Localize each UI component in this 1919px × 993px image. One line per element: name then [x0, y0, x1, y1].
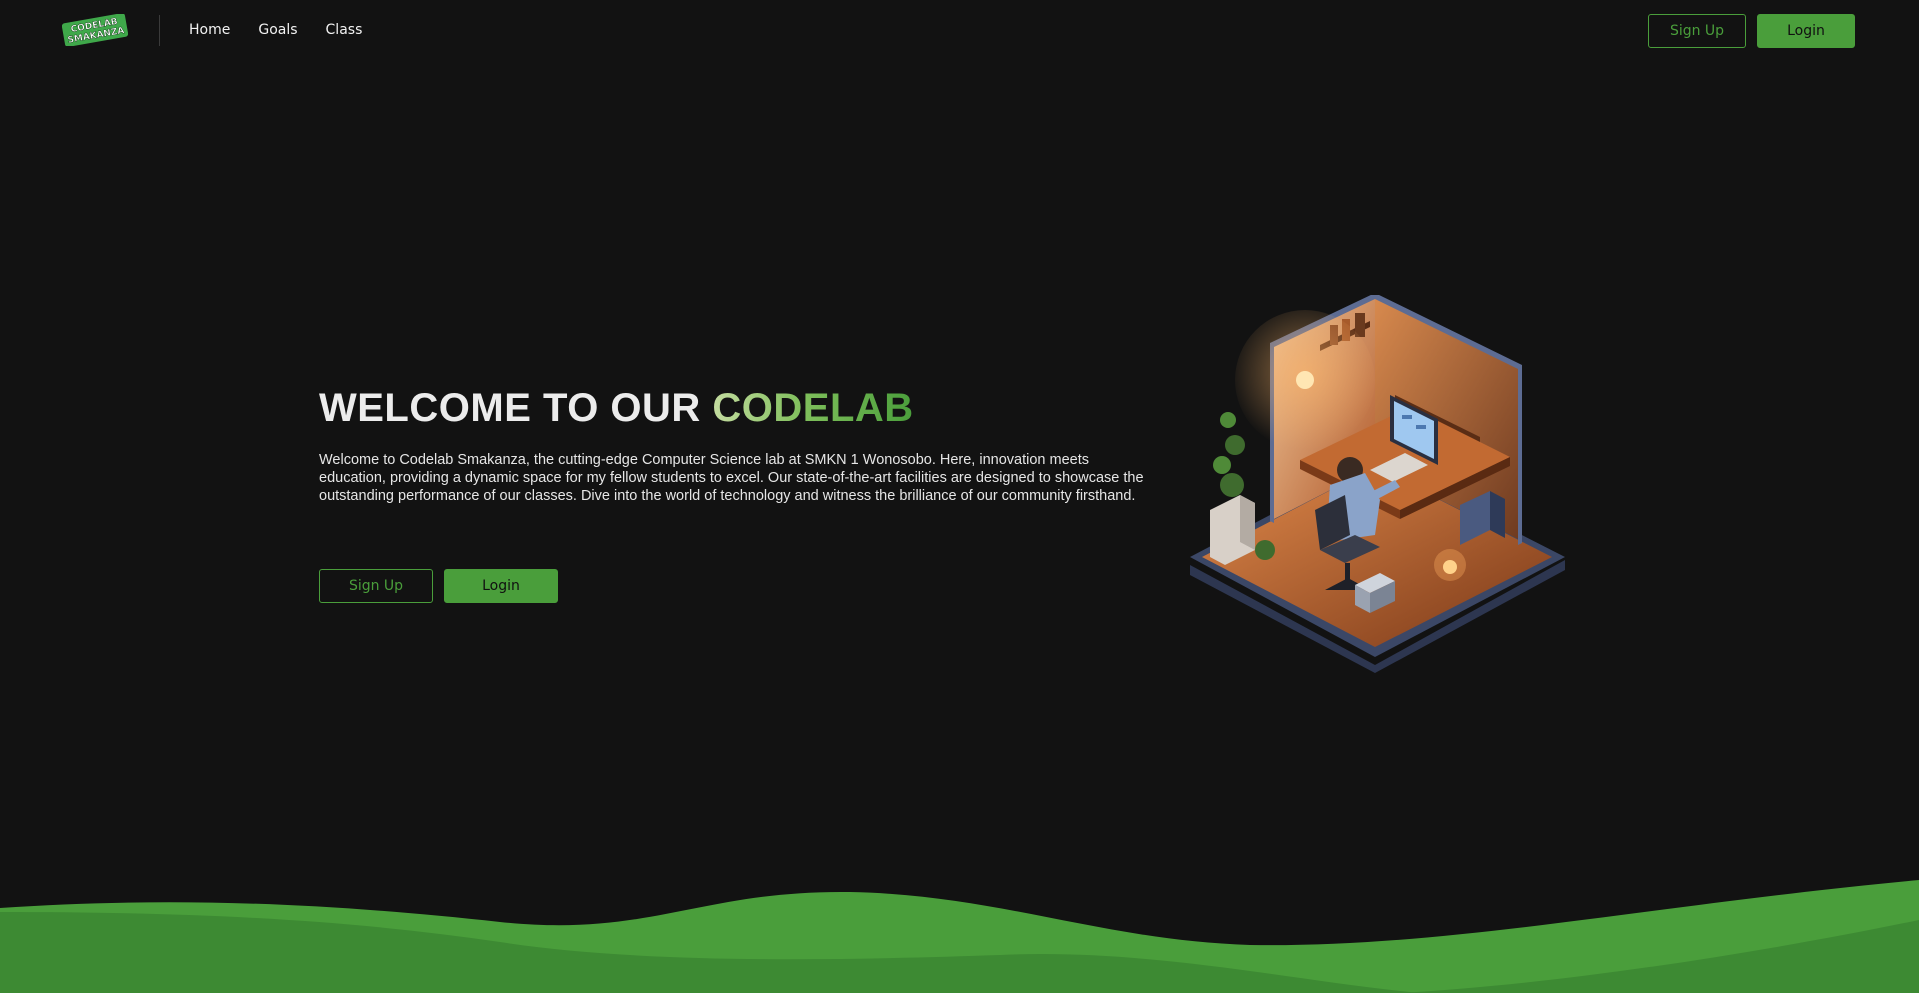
codelab-smakanza-logo[interactable]: CODELAB SMAKANZA: [62, 14, 128, 46]
nav-login-button[interactable]: Login: [1757, 14, 1855, 48]
navbar: CODELAB SMAKANZA Home Goals Class Sign U…: [0, 0, 1919, 62]
nav-divider: [159, 15, 160, 46]
nav-signup-button[interactable]: Sign Up: [1648, 14, 1746, 48]
hero-title-accent: CODELAB: [712, 386, 914, 430]
hero-title: WELCOME TO OUR CODELAB: [319, 386, 914, 431]
decorative-waves: [0, 880, 1919, 993]
nav-link-goals[interactable]: Goals: [258, 22, 297, 38]
isometric-computer-room-illustration: [1190, 295, 1565, 673]
hero-description: Welcome to Codelab Smakanza, the cutting…: [319, 452, 1144, 504]
nav-links: Home Goals Class: [189, 22, 362, 38]
nav-link-home[interactable]: Home: [189, 22, 230, 38]
hero-title-main: WELCOME TO OUR: [319, 386, 713, 430]
nav-link-class[interactable]: Class: [326, 22, 363, 38]
hero-signup-button[interactable]: Sign Up: [319, 569, 433, 603]
hero-login-button[interactable]: Login: [444, 569, 558, 603]
